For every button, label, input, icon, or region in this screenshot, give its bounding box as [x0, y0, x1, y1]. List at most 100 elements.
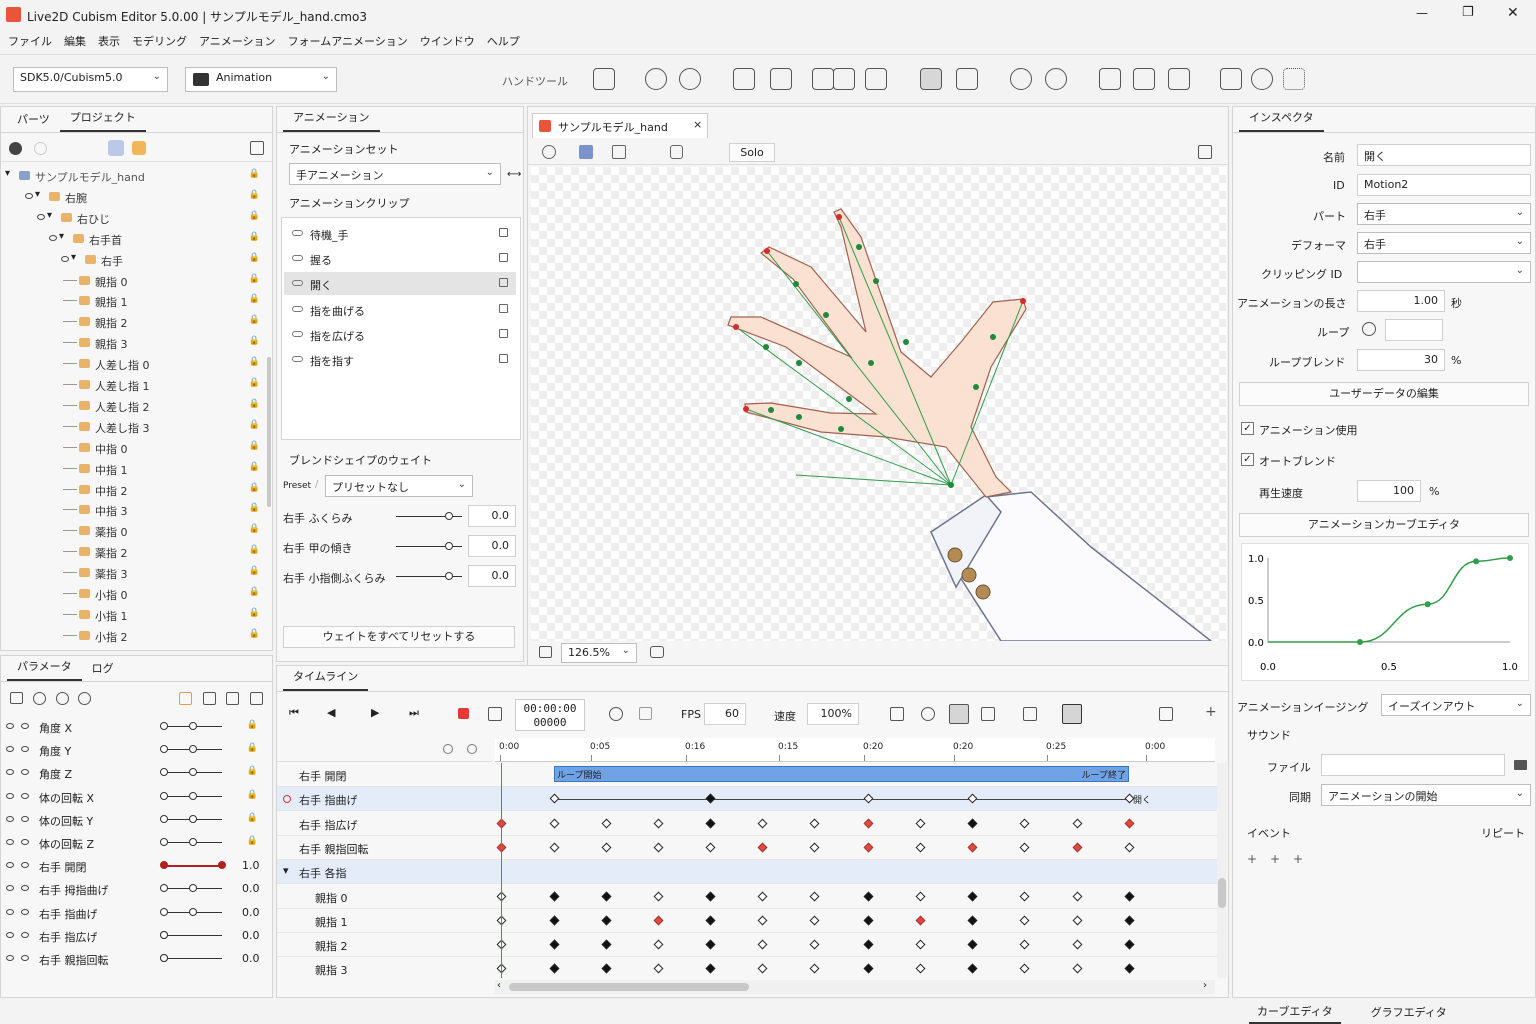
visibility-icon[interactable]	[21, 862, 29, 869]
keyframe[interactable]	[653, 818, 664, 829]
auto-key-icon[interactable]	[488, 707, 502, 721]
lock-icon[interactable]: 🔒	[249, 483, 260, 493]
filter-icon[interactable]	[443, 744, 453, 754]
chevron-down-icon[interactable]: ▾	[59, 231, 64, 242]
keyframe[interactable]	[1019, 818, 1030, 829]
clip-menu-icon[interactable]	[499, 303, 508, 313]
lock-icon[interactable]: 🔒	[249, 169, 260, 179]
chevron-down-icon[interactable]: ▾	[283, 864, 289, 877]
cut-icon[interactable]	[1220, 68, 1242, 90]
keyframe[interactable]	[601, 939, 612, 950]
keyframe[interactable]	[549, 963, 560, 974]
folder-icon[interactable]	[1514, 760, 1527, 770]
use-animation-checkbox[interactable]: ✓	[1241, 422, 1254, 435]
menu-window[interactable]: ウインドウ	[420, 33, 475, 49]
eye-icon[interactable]	[6, 723, 14, 729]
keyframe[interactable]	[653, 891, 664, 901]
eye-icon[interactable]	[6, 769, 14, 776]
visibility-icon[interactable]	[21, 908, 29, 915]
tab-curve-editor[interactable]: カーブエディタ	[1249, 1000, 1341, 1024]
parameter-slider[interactable]	[164, 958, 222, 959]
keyframe[interactable]	[1124, 939, 1135, 950]
canvas[interactable]	[531, 167, 1226, 641]
keyframe[interactable]	[809, 963, 820, 974]
prev-frame-icon[interactable]: ◀	[327, 706, 335, 719]
add-track-icon[interactable]: +	[1205, 704, 1217, 720]
lock-icon[interactable]: 🔒	[247, 743, 258, 753]
lock-icon[interactable]: 🔒	[249, 190, 260, 200]
link-icon[interactable]	[865, 68, 887, 90]
lock-icon[interactable]: 🔒	[249, 232, 260, 242]
tree-item[interactable]: 親指 2 🔒	[1, 311, 272, 332]
eye-icon[interactable]	[49, 234, 57, 241]
time-ruler[interactable]: 0:00 0:05 0:16 0:15 0:20 0:20 0:25 0:00	[495, 738, 1215, 762]
loop-blend-field[interactable]: 30	[1357, 349, 1445, 371]
gamepad-icon[interactable]	[650, 646, 664, 658]
tree-item[interactable]: 人差し指 0 🔒	[1, 353, 272, 374]
clip-menu-icon[interactable]	[499, 328, 508, 338]
clip-menu-icon[interactable]	[499, 228, 508, 237]
slider-knob[interactable]	[189, 838, 197, 846]
record-icon[interactable]	[33, 692, 46, 705]
tab-inspector[interactable]: インスペクタ	[1239, 109, 1324, 132]
eye-icon[interactable]	[37, 213, 45, 220]
visibility-icon[interactable]	[21, 839, 29, 845]
bind-icon[interactable]	[812, 68, 834, 90]
timeline-settings-icon[interactable]	[1159, 707, 1173, 721]
lock-display-icon[interactable]	[670, 145, 683, 159]
sync-select[interactable]: アニメーションの開始 ⌄	[1321, 784, 1531, 806]
keyframe[interactable]	[705, 818, 716, 829]
keyframe[interactable]	[863, 963, 874, 974]
keyframe[interactable]	[705, 793, 716, 804]
deformer-select[interactable]: 右手 ⌄	[1357, 232, 1531, 254]
scroll-thumb[interactable]	[509, 983, 749, 991]
visibility-icon[interactable]	[21, 723, 29, 729]
tree-item[interactable]: 中指 3 🔒	[1, 499, 272, 520]
keyframe[interactable]	[705, 891, 716, 901]
lock-icon[interactable]: 🔒	[247, 790, 258, 800]
tree-item[interactable]: 薬指 3 🔒	[1, 562, 272, 583]
lock-icon[interactable]: 🔒	[249, 399, 260, 409]
slider-knob[interactable]	[189, 722, 197, 730]
visibility-icon[interactable]	[21, 792, 29, 799]
keyframe[interactable]	[809, 818, 820, 829]
loop-range-bar[interactable]: ループ開始 ループ終了	[554, 766, 1129, 782]
keyframe[interactable]	[915, 963, 926, 974]
sort-icon[interactable]	[467, 744, 477, 754]
keyframe[interactable]	[1019, 842, 1030, 853]
keyframe[interactable]	[915, 891, 926, 901]
curve-point[interactable]	[1356, 639, 1363, 645]
name-field[interactable]: 開く	[1357, 144, 1531, 166]
parameter-value[interactable]: 0.0	[242, 952, 260, 965]
tab-parameters[interactable]: パラメータ	[7, 658, 82, 681]
timeline-track[interactable]: 親指 0	[277, 885, 1217, 909]
keyframe[interactable]	[1072, 939, 1083, 950]
fit-icon[interactable]	[890, 707, 904, 721]
chevron-down-icon[interactable]: ▾	[47, 210, 52, 221]
parameter-value[interactable]: 1.0	[242, 859, 260, 872]
lock-icon[interactable]: 🔒	[247, 836, 258, 846]
parameter-value[interactable]: 0.0	[242, 882, 260, 895]
record-button-icon[interactable]	[458, 708, 469, 719]
tree-item[interactable]: ▾ 右手首 🔒	[1, 228, 272, 249]
keyframe[interactable]	[1072, 818, 1083, 829]
keyframe[interactable]	[915, 818, 926, 829]
keyframe[interactable]	[757, 891, 768, 901]
layer-icon[interactable]	[1133, 68, 1155, 90]
add-event-icon[interactable]: +	[1247, 852, 1257, 866]
clip-menu-icon[interactable]	[499, 253, 508, 263]
keyframe[interactable]	[757, 963, 768, 974]
keyframe[interactable]	[1019, 963, 1030, 974]
set-link-icon[interactable]: ⟷	[507, 169, 521, 180]
arrow-tool-icon[interactable]	[593, 68, 615, 90]
keyframe[interactable]	[549, 915, 560, 926]
lock-icon[interactable]: 🔒	[249, 211, 260, 221]
play-speed-field[interactable]: 100	[1357, 480, 1421, 502]
vscroll-thumb[interactable]	[1218, 878, 1226, 908]
easing-select[interactable]: イーズインアウト ⌄	[1381, 694, 1531, 716]
length-field[interactable]: 1.00	[1357, 290, 1445, 312]
keyframe[interactable]	[915, 842, 926, 853]
keyframe[interactable]	[549, 939, 560, 950]
fps-field[interactable]: 60	[704, 703, 746, 725]
keyframe[interactable]	[549, 842, 560, 853]
